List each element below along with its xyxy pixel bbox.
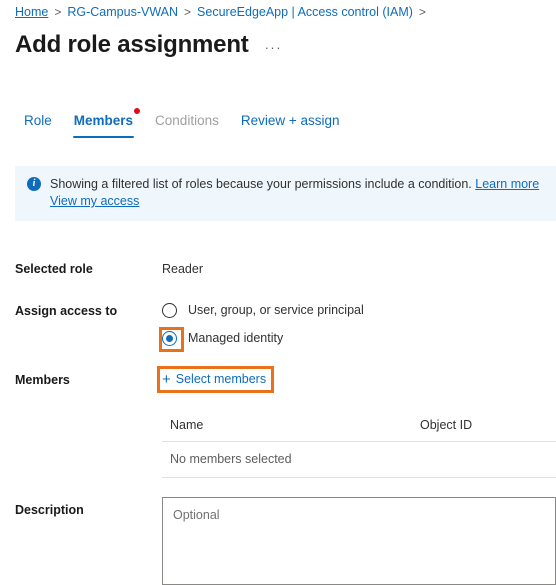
learn-more-link[interactable]: Learn more bbox=[475, 177, 539, 191]
column-header-object-id: Object ID bbox=[420, 418, 473, 432]
radio-option-user-group-service-principal[interactable]: User, group, or service principal bbox=[162, 302, 364, 319]
table-header-row: Name Object ID bbox=[162, 418, 556, 441]
breadcrumb-item-home[interactable]: Home bbox=[15, 4, 48, 20]
page-title: Add role assignment bbox=[15, 31, 249, 58]
tab-members[interactable]: Members bbox=[63, 108, 144, 138]
radio-user-group-service-principal-icon[interactable] bbox=[162, 303, 177, 318]
page-header: Add role assignment ··· bbox=[15, 30, 282, 60]
breadcrumb-separator-icon: > bbox=[184, 5, 192, 19]
plus-icon: + bbox=[162, 370, 171, 388]
radio-user-group-service-principal-label[interactable]: User, group, or service principal bbox=[188, 302, 364, 319]
description-label: Description bbox=[15, 503, 84, 517]
info-icon: i bbox=[27, 177, 41, 191]
tab-bar: Role Members Conditions Review + assign bbox=[13, 108, 351, 138]
table-divider bbox=[162, 477, 556, 478]
more-options-icon[interactable]: ··· bbox=[265, 40, 283, 55]
assign-access-to-label: Assign access to bbox=[15, 304, 118, 318]
tab-members-label: Members bbox=[73, 113, 134, 128]
select-members-label: Select members bbox=[175, 372, 267, 386]
table-empty-row: No members selected bbox=[170, 452, 292, 466]
members-table: Name Object ID No members selected bbox=[162, 418, 556, 478]
description-placeholder: Optional bbox=[173, 508, 220, 522]
tab-role[interactable]: Role bbox=[13, 112, 63, 138]
breadcrumb-item-resource-group[interactable]: RG-Campus-VWAN bbox=[67, 4, 178, 20]
selected-role-value: Reader bbox=[162, 262, 203, 276]
breadcrumb-separator-icon: > bbox=[54, 5, 62, 19]
description-textarea[interactable]: Optional bbox=[162, 497, 556, 585]
radio-managed-identity-icon[interactable] bbox=[162, 331, 177, 346]
select-members-button[interactable]: + Select members bbox=[162, 371, 266, 389]
tab-active-underline bbox=[72, 135, 135, 138]
tab-conditions[interactable]: Conditions bbox=[144, 112, 230, 138]
radio-option-managed-identity[interactable]: Managed identity bbox=[162, 330, 283, 347]
info-banner-text: Showing a filtered list of roles because… bbox=[50, 176, 539, 210]
unsaved-changes-dot-icon bbox=[134, 108, 141, 114]
breadcrumb-separator-icon: > bbox=[418, 5, 426, 19]
members-label: Members bbox=[15, 373, 70, 387]
column-header-name: Name bbox=[170, 418, 204, 432]
tab-review-assign-label: Review + assign bbox=[240, 113, 340, 128]
breadcrumb: Home > RG-Campus-VWAN > SecureEdgeApp | … bbox=[15, 4, 432, 20]
selected-role-label: Selected role bbox=[15, 262, 93, 276]
tab-review-assign[interactable]: Review + assign bbox=[230, 112, 351, 138]
tab-role-label: Role bbox=[24, 113, 52, 128]
tab-conditions-label: Conditions bbox=[155, 113, 219, 128]
info-banner: i Showing a filtered list of roles becau… bbox=[15, 166, 556, 221]
breadcrumb-item-access-control[interactable]: SecureEdgeApp | Access control (IAM) bbox=[197, 4, 413, 20]
info-banner-message: Showing a filtered list of roles because… bbox=[50, 177, 472, 191]
assign-access-to-radio-group: User, group, or service principal bbox=[162, 302, 364, 319]
view-my-access-link[interactable]: View my access bbox=[50, 194, 139, 208]
radio-managed-identity-label[interactable]: Managed identity bbox=[188, 330, 283, 347]
